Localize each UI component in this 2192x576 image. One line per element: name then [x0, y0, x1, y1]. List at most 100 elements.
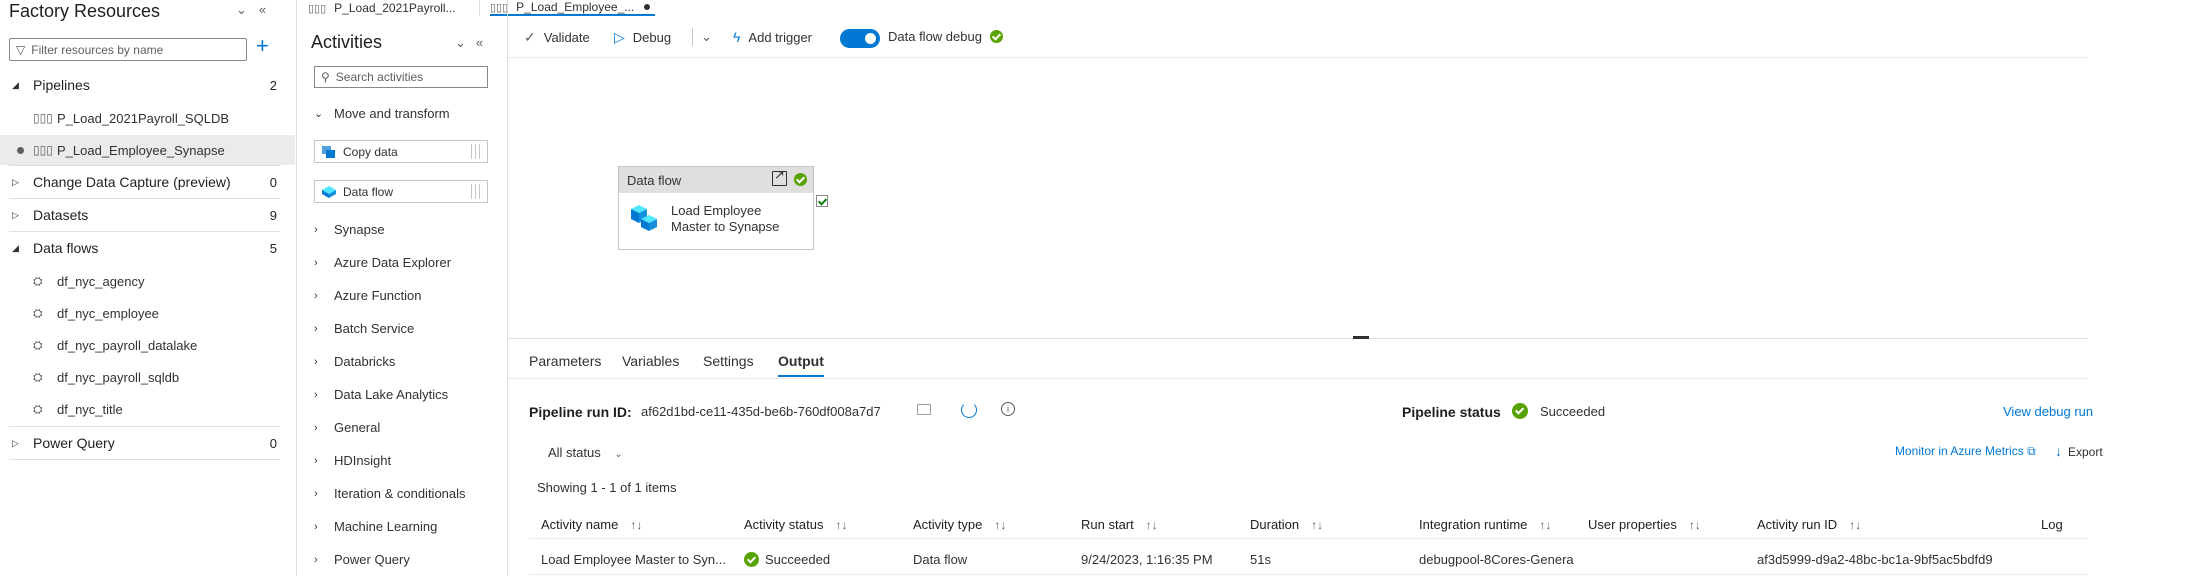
activity-category[interactable]: › HDInsight — [314, 453, 391, 468]
activity-category[interactable]: › Power Query — [314, 552, 410, 567]
refresh-icon[interactable] — [961, 402, 977, 418]
validate-button[interactable]: ✓ Validate — [524, 29, 590, 46]
add-trigger-button[interactable]: ϟ Add trigger — [733, 29, 812, 45]
activity-category[interactable]: › Databricks — [314, 354, 395, 369]
expanded-triangle-icon: ◢ — [12, 242, 19, 253]
tab-pipeline-employee[interactable]: ▯▯▯ P_Load_Employee_... — [490, 0, 655, 16]
collapse-all-icon[interactable]: ⌄ — [455, 35, 476, 50]
dataflow-item[interactable]: ⛭ df_nyc_title — [0, 394, 295, 424]
activity-copy-data[interactable]: Copy data — [314, 140, 488, 163]
tab-parameters[interactable]: Parameters — [529, 353, 601, 369]
info-icon[interactable]: i — [1001, 402, 1015, 416]
cell-activity-run-id: af3d5999-d9a2-48bc-bc1a-9bf5ac5bdfd9 — [1757, 552, 1993, 567]
success-output-connector[interactable] — [816, 195, 828, 207]
col-run-start[interactable]: Run start ↑↓ — [1081, 517, 1158, 532]
dataflow-debug-toggle[interactable] — [840, 29, 880, 48]
activity-data-flow[interactable]: Data flow — [314, 180, 488, 203]
col-duration[interactable]: Duration ↑↓ — [1250, 517, 1323, 532]
dataflow-activity-node[interactable]: Data flow Load Employee Master to Synaps… — [618, 166, 814, 250]
dataflow-debug-label: Data flow debug — [888, 29, 1003, 44]
chevron-right-icon: › — [314, 388, 318, 401]
collapse-all-icon[interactable]: ⌄ — [236, 2, 259, 17]
cell-activity-status: Succeeded — [744, 552, 830, 567]
divider — [9, 231, 280, 232]
col-integration-runtime[interactable]: Integration runtime ↑↓ — [1419, 517, 1551, 532]
filter-icon: ▽ — [16, 42, 26, 57]
pipeline-item[interactable]: ▯▯▯ P_Load_2021Payroll_SQLDB — [0, 103, 295, 133]
open-external-icon[interactable] — [772, 167, 787, 186]
success-check-icon — [744, 552, 759, 567]
status-filter-dropdown[interactable]: All status ⌄ — [548, 445, 623, 460]
divider — [9, 459, 280, 460]
pipeline-status-value: Succeeded — [1540, 404, 1606, 419]
activity-category[interactable]: › Azure Function — [314, 288, 421, 303]
view-debug-run-link[interactable]: View debug run — [2003, 404, 2093, 419]
sort-icon: ↑↓ — [1849, 518, 1862, 532]
activity-category[interactable]: › Machine Learning — [314, 519, 437, 534]
factory-resources-panel: Factory Resources ⌄« ▽ Filter resources … — [0, 0, 295, 576]
divider — [9, 165, 280, 166]
chevron-right-icon: › — [314, 421, 318, 434]
category-cdc[interactable]: ▷ Change Data Capture (preview) 0 — [0, 167, 295, 197]
monitor-azure-metrics-link[interactable]: Monitor in Azure Metrics ⧉ — [1895, 444, 2036, 459]
pipeline-item-selected[interactable]: ▯▯▯ P_Load_Employee_Synapse — [0, 135, 295, 165]
collapsed-triangle-icon: ▷ — [12, 437, 19, 448]
collapse-panel-icon[interactable]: « — [476, 35, 493, 50]
sort-icon: ↑↓ — [994, 518, 1007, 532]
tab-output[interactable]: Output — [778, 353, 824, 377]
activity-category[interactable]: › Iteration & conditionals — [314, 486, 466, 501]
add-resource-button[interactable]: + — [256, 35, 269, 57]
debug-options-button[interactable]: ⌄ — [701, 29, 712, 45]
activity-category-open[interactable]: ⌄ Move and transform — [314, 106, 450, 121]
dataflow-icon: ⛭ — [33, 305, 43, 320]
chevron-right-icon: › — [314, 355, 318, 368]
chevron-right-icon: › — [314, 322, 318, 335]
resize-handle[interactable] — [1353, 336, 1369, 339]
col-activity-name[interactable]: Activity name ↑↓ — [541, 517, 642, 532]
sort-icon: ↑↓ — [1145, 518, 1158, 532]
success-check-icon — [794, 173, 807, 186]
col-activity-status[interactable]: Activity status ↑↓ — [744, 517, 847, 532]
debug-button[interactable]: ▷ Debug — [614, 29, 671, 46]
activity-category[interactable]: › Batch Service — [314, 321, 414, 336]
dataflow-item[interactable]: ⛭ df_nyc_agency — [0, 266, 295, 296]
activities-title: Activities — [311, 32, 383, 52]
panel-separator — [507, 0, 508, 576]
cell-activity-name[interactable]: Load Employee Master to Syn... — [541, 552, 726, 567]
run-id-value: af62d1bd-ce11-435d-be6b-760df008a7d7 — [641, 404, 881, 419]
category-pipelines[interactable]: ◢ Pipelines 2 — [0, 70, 295, 100]
cell-run-start: 9/24/2023, 1:16:35 PM — [1081, 552, 1213, 567]
cell-duration: 51s — [1250, 552, 1271, 567]
tab-variables[interactable]: Variables — [622, 353, 679, 369]
category-dataflows[interactable]: ◢ Data flows 5 — [0, 233, 295, 263]
col-activity-type[interactable]: Activity type ↑↓ — [913, 517, 1006, 532]
sort-icon: ↑↓ — [1688, 518, 1701, 532]
dataflow-item[interactable]: ⛭ df_nyc_payroll_sqldb — [0, 362, 295, 392]
success-check-icon — [989, 30, 1003, 43]
chevron-right-icon: › — [314, 223, 318, 236]
tab-settings[interactable]: Settings — [703, 353, 754, 369]
drag-handle-icon[interactable] — [471, 184, 483, 199]
export-button[interactable]: ↓ Export — [2055, 443, 2103, 459]
activity-category[interactable]: › Azure Data Explorer — [314, 255, 451, 270]
dataflow-item[interactable]: ⛭ df_nyc_employee — [0, 298, 295, 328]
drag-handle-icon[interactable] — [471, 144, 483, 159]
activity-category[interactable]: › Data Lake Analytics — [314, 387, 448, 402]
col-activity-run-id[interactable]: Activity run ID ↑↓ — [1757, 517, 1861, 532]
category-powerquery[interactable]: ▷ Power Query 0 — [0, 428, 295, 458]
activity-category[interactable]: › Synapse — [314, 222, 385, 237]
collapse-panel-icon[interactable]: « — [259, 2, 278, 17]
sort-icon: ↑↓ — [1539, 518, 1552, 532]
search-activities-input[interactable]: ⚲ Search activities — [314, 66, 488, 88]
activity-category[interactable]: › General — [314, 420, 380, 435]
adf-studio: Factory Resources ⌄« ▽ Filter resources … — [0, 0, 2192, 576]
col-user-properties[interactable]: User properties ↑↓ — [1588, 517, 1701, 532]
category-datasets[interactable]: ▷ Datasets 9 — [0, 200, 295, 230]
expanded-triangle-icon: ◢ — [12, 79, 19, 90]
chevron-right-icon: › — [314, 454, 318, 467]
dataflow-icon: ⛭ — [33, 273, 43, 288]
filter-resources-input[interactable]: ▽ Filter resources by name — [9, 38, 247, 61]
dataflow-item[interactable]: ⛭ df_nyc_payroll_datalake — [0, 330, 295, 360]
copy-icon[interactable] — [917, 404, 931, 415]
search-icon: ⚲ — [321, 70, 330, 84]
